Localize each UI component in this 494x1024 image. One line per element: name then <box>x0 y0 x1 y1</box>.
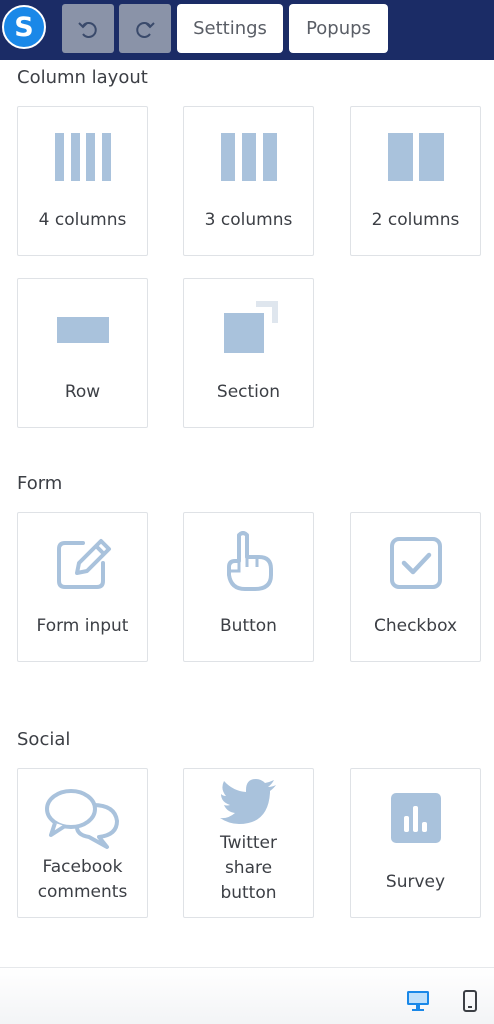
two-columns-icon <box>387 133 444 181</box>
desktop-icon <box>407 991 429 1011</box>
popups-button[interactable]: Popups <box>289 4 388 53</box>
pointing-hand-icon <box>226 531 273 591</box>
tile-4-columns[interactable]: 4 columns <box>17 106 148 256</box>
tile-checkbox[interactable]: Checkbox <box>350 512 481 662</box>
tile-twitter-share-button[interactable]: Twitter share button <box>183 768 314 918</box>
tile-label: Checkbox <box>373 616 458 636</box>
tile-label: Row <box>64 382 101 402</box>
tile-label: 2 columns <box>371 210 460 230</box>
tile-survey[interactable]: Survey <box>350 768 481 918</box>
three-columns-icon <box>220 133 277 181</box>
section-icon <box>223 301 278 353</box>
undo-icon <box>78 21 97 38</box>
tile-label: Facebook comments <box>37 857 128 902</box>
tile-button[interactable]: Button <box>183 512 314 662</box>
tile-label: 3 columns <box>204 210 293 230</box>
tile-section[interactable]: Section <box>183 278 314 428</box>
tile-row[interactable]: Row <box>17 278 148 428</box>
tile-facebook-comments[interactable]: Facebook comments <box>17 768 148 918</box>
device-preview-bar <box>0 967 494 1024</box>
section-title-social: Social <box>17 729 71 750</box>
tile-form-input[interactable]: Form input <box>17 512 148 662</box>
tile-label: Section <box>216 382 281 402</box>
tile-2-columns[interactable]: 2 columns <box>350 106 481 256</box>
chat-bubbles-icon <box>44 789 119 849</box>
tile-label: Twitter share button <box>220 833 277 903</box>
pencil-edit-icon <box>56 539 111 589</box>
top-toolbar: S Settings Popups <box>0 0 494 60</box>
settings-button[interactable]: Settings <box>177 4 283 53</box>
tile-label: Survey <box>385 872 446 892</box>
tile-3-columns[interactable]: 3 columns <box>183 106 314 256</box>
section-title-form: Form <box>17 473 63 494</box>
four-columns-icon <box>54 133 111 181</box>
desktop-view-button[interactable] <box>406 990 430 1012</box>
section-title-column-layout: Column layout <box>17 67 148 88</box>
mobile-view-button[interactable] <box>463 990 477 1012</box>
redo-icon <box>136 21 155 38</box>
twitter-bird-icon <box>219 779 276 824</box>
tile-label: Form input <box>36 616 129 636</box>
redo-button[interactable] <box>119 4 171 53</box>
undo-button[interactable] <box>62 4 114 53</box>
app-logo[interactable]: S <box>2 5 46 49</box>
row-icon <box>56 317 109 343</box>
bar-chart-icon <box>390 793 441 843</box>
tile-label: Button <box>220 616 277 636</box>
checkbox-icon <box>389 537 442 589</box>
tile-label: 4 columns <box>38 210 127 230</box>
mobile-icon <box>463 990 477 1012</box>
